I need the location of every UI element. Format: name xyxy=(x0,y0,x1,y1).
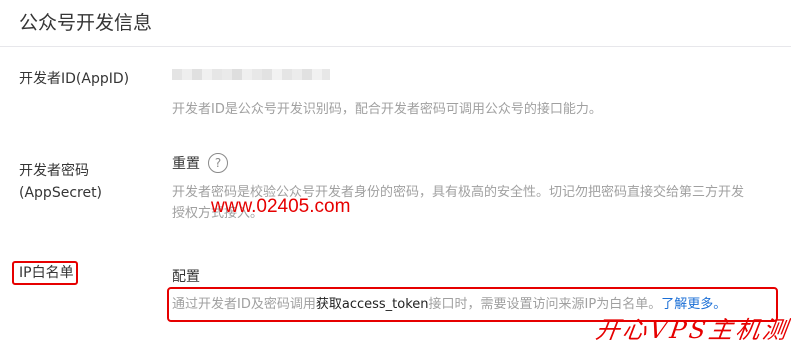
appid-masked-value xyxy=(172,69,330,80)
configure-ip-button[interactable]: 配置 xyxy=(172,266,200,286)
reset-secret-button[interactable]: 重置 xyxy=(172,153,200,173)
appid-description: 开发者ID是公众号开发识别码，配合开发者密码可调用公众号的接口能力。 xyxy=(172,102,602,117)
brand-watermark: 开心VPS主机测评 xyxy=(593,316,791,344)
appid-label: 开发者ID(AppID) xyxy=(19,71,130,87)
ip-desc-prefix: 通过开发者ID及密码调用 xyxy=(172,297,316,312)
ip-whitelist-label: IP白名单 xyxy=(19,265,74,281)
question-circle-icon[interactable]: ? xyxy=(208,153,228,173)
appsecret-label-sub: (AppSecret) xyxy=(19,185,103,201)
page-title: 公众号开发信息 xyxy=(19,12,153,34)
site-watermark: www.02405.com xyxy=(211,196,351,217)
header-divider xyxy=(0,46,791,47)
ip-desc-api-name: 获取access_token xyxy=(315,297,429,312)
appsecret-label: 开发者密码 xyxy=(19,163,89,179)
